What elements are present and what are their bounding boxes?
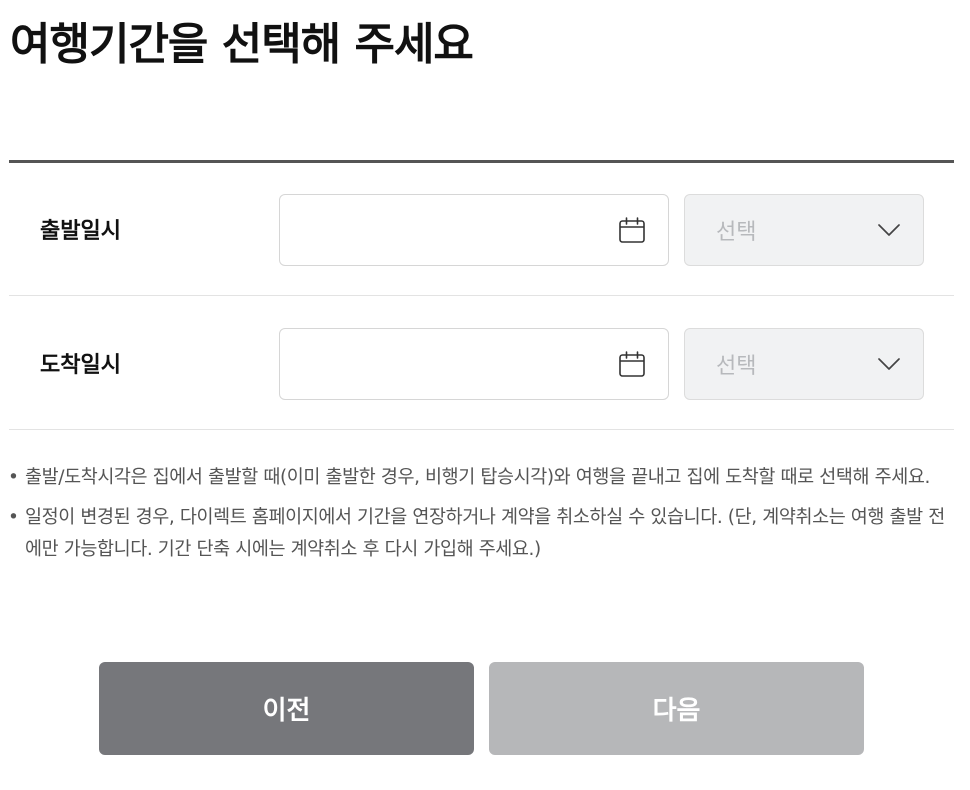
page-title: 여행기간을 선택해 주세요: [10, 19, 474, 70]
chevron-down-icon: [878, 358, 900, 370]
next-button[interactable]: 다음: [489, 662, 864, 755]
arrival-time-value: 선택: [716, 354, 757, 379]
notice-item: • 출발/도착시각은 집에서 출발할 때(이미 출발한 경우, 비행기 탑승시각…: [8, 462, 953, 494]
departure-label: 출발일시: [40, 219, 121, 244]
arrival-label: 도착일시: [40, 353, 121, 378]
departure-row: 출발일시 선택: [9, 163, 954, 296]
arrival-time-select[interactable]: 선택: [684, 328, 924, 400]
notice-list: • 출발/도착시각은 집에서 출발할 때(이미 출발한 경우, 비행기 탑승시각…: [8, 462, 953, 574]
departure-time-value: 선택: [716, 220, 757, 245]
notice-item: • 일정이 변경된 경우, 다이렉트 홈페이지에서 기간을 연장하거나 계약을 …: [8, 502, 953, 566]
notice-text: 일정이 변경된 경우, 다이렉트 홈페이지에서 기간을 연장하거나 계약을 취소…: [25, 507, 945, 560]
arrival-date-input[interactable]: [280, 329, 610, 399]
notice-text: 출발/도착시각은 집에서 출발할 때(이미 출발한 경우, 비행기 탑승시각)와…: [25, 467, 930, 488]
bullet-icon: •: [8, 507, 19, 528]
departure-time-select[interactable]: 선택: [684, 194, 924, 266]
departure-date-field[interactable]: [279, 194, 669, 266]
prev-button[interactable]: 이전: [99, 662, 474, 755]
calendar-icon[interactable]: [618, 350, 646, 378]
arrival-row: 도착일시 선택: [9, 297, 954, 430]
chevron-down-icon: [878, 224, 900, 236]
bullet-icon: •: [8, 467, 19, 488]
calendar-icon[interactable]: [618, 216, 646, 244]
departure-date-input[interactable]: [280, 195, 610, 265]
arrival-date-field[interactable]: [279, 328, 669, 400]
